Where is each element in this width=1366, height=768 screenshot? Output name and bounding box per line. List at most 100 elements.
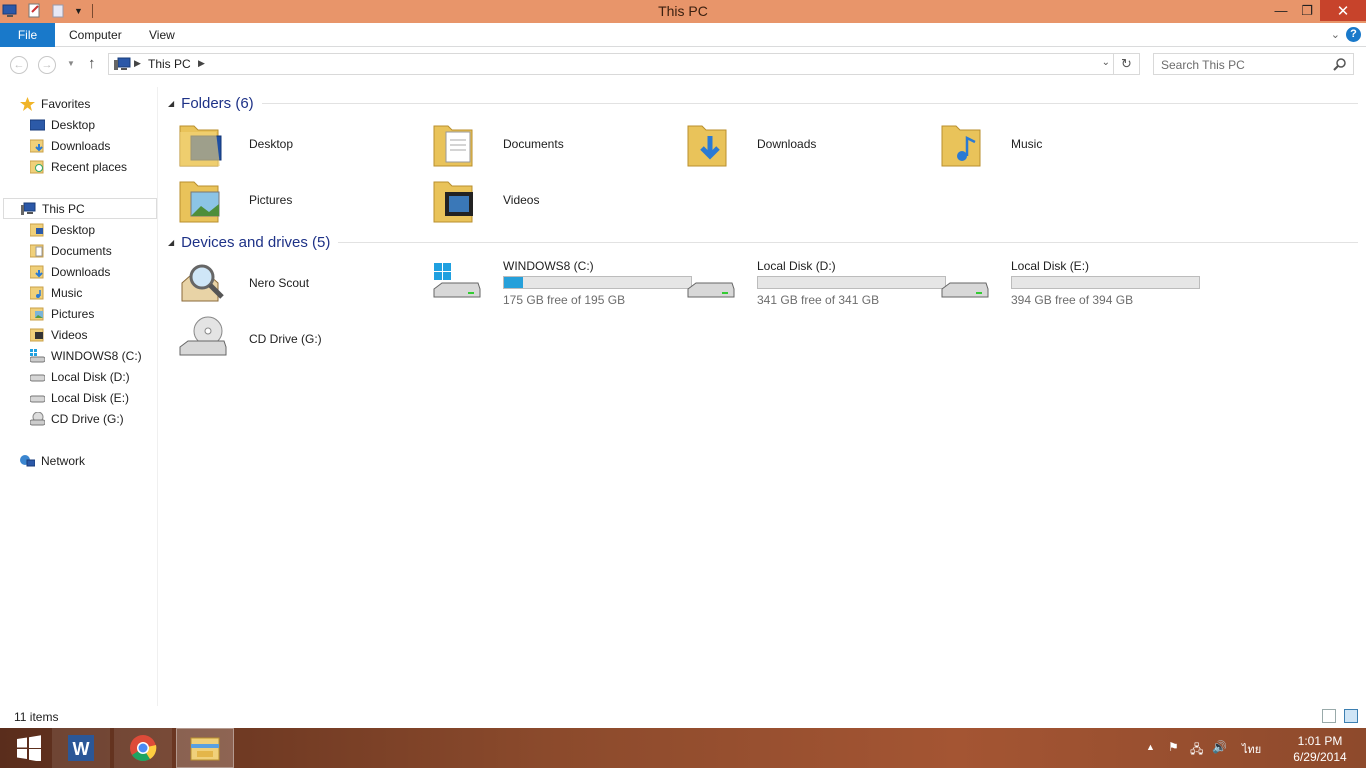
- folder-label: Desktop: [249, 137, 294, 151]
- recent-locations-chevron-icon[interactable]: ▼: [67, 59, 75, 68]
- system-drive-icon: [432, 257, 482, 307]
- sidebar-item-favorites[interactable]: Favorites: [20, 93, 90, 114]
- show-hidden-icons-icon[interactable]: ▲: [1146, 742, 1155, 752]
- sidebar-item-pictures[interactable]: Pictures: [29, 303, 95, 324]
- downloads-folder-icon: [686, 118, 736, 168]
- folder-label: Documents: [503, 137, 564, 151]
- search-icon[interactable]: [1333, 57, 1347, 74]
- hard-drive-icon: [29, 391, 46, 405]
- folder-tile-music[interactable]: Music: [940, 118, 1190, 170]
- taskbar-chrome[interactable]: [114, 728, 172, 768]
- restore-button[interactable]: ❐: [1294, 0, 1320, 21]
- sidebar-item-label: This PC: [42, 201, 85, 216]
- group-header-devices[interactable]: ◢ Devices and drives (5): [168, 232, 1358, 252]
- clock-date: 6/29/2014: [1293, 750, 1347, 764]
- minimize-button[interactable]: —: [1268, 0, 1294, 21]
- device-tile-nero-scout[interactable]: Nero Scout: [178, 257, 428, 309]
- large-icons-view-icon[interactable]: [1344, 709, 1358, 723]
- group-header-folders[interactable]: ◢ Folders (6): [168, 93, 1358, 113]
- sidebar-item-windows8-c[interactable]: WINDOWS8 (C:): [29, 345, 142, 366]
- folder-tile-downloads[interactable]: Downloads: [686, 118, 936, 170]
- title-bar: ▼ This PC — ❐ ✕: [0, 0, 1366, 23]
- drive-name: Local Disk (E:): [1011, 259, 1090, 273]
- sidebar-item-label: Favorites: [41, 96, 91, 111]
- system-drive-icon: [29, 348, 46, 363]
- taskbar-word[interactable]: W: [52, 728, 110, 768]
- sidebar-item-this-pc[interactable]: This PC: [3, 198, 157, 219]
- folder-tile-videos[interactable]: Videos: [432, 174, 682, 226]
- details-view-icon[interactable]: [1322, 709, 1336, 723]
- sidebar-item-local-disk-d[interactable]: Local Disk (D:): [29, 366, 130, 387]
- drive-name: Local Disk (D:): [757, 259, 836, 273]
- folder-label: Music: [1011, 137, 1043, 151]
- drive-tile-windows8-c[interactable]: WINDOWS8 (C:) 175 GB free of 195 GB: [432, 257, 702, 309]
- sidebar-item-local-disk-e[interactable]: Local Disk (E:): [29, 387, 129, 408]
- drive-usage-fill: [504, 277, 523, 288]
- svg-text:W: W: [73, 739, 90, 759]
- tab-file[interactable]: File: [0, 23, 55, 47]
- sidebar-item-desktop[interactable]: Desktop: [29, 114, 95, 135]
- breadcrumb-chevron-icon[interactable]: ▶: [198, 58, 205, 69]
- address-bar[interactable]: ▶ This PC ▶ ⌄: [108, 53, 1114, 75]
- network-icon: [20, 454, 36, 468]
- taskbar-file-explorer[interactable]: [176, 728, 234, 768]
- pictures-folder-icon: [29, 307, 45, 321]
- downloads-folder-icon: [29, 139, 45, 153]
- close-button[interactable]: ✕: [1320, 0, 1366, 21]
- tab-view[interactable]: View: [149, 23, 175, 47]
- drive-tile-local-disk-d[interactable]: Local Disk (D:) 341 GB free of 341 GB: [686, 257, 956, 309]
- sidebar-item-documents[interactable]: Documents: [29, 240, 112, 261]
- sidebar-item-label: CD Drive (G:): [51, 411, 124, 426]
- content-pane: ◢ Folders (6) Desktop Documents Download…: [160, 87, 1366, 706]
- sidebar-item-label: Recent places: [51, 159, 128, 174]
- search-input[interactable]: Search This PC: [1153, 53, 1354, 75]
- sidebar-item-cd-drive-g[interactable]: CD Drive (G:): [29, 408, 124, 429]
- action-center-flag-icon[interactable]: ⚑: [1168, 740, 1179, 754]
- forward-button[interactable]: →: [38, 56, 56, 74]
- recent-places-icon: [29, 160, 45, 174]
- collapse-triangle-icon[interactable]: ◢: [168, 99, 174, 108]
- videos-folder-icon: [29, 328, 45, 342]
- group-divider: [261, 102, 1358, 104]
- breadcrumb[interactable]: This PC: [148, 57, 191, 71]
- breadcrumb-chevron-icon[interactable]: ▶: [134, 58, 141, 69]
- help-icon[interactable]: ?: [1346, 27, 1361, 42]
- chrome-icon: [130, 735, 157, 762]
- windows-logo-icon: [17, 735, 41, 761]
- sidebar-item-music[interactable]: Music: [29, 282, 83, 303]
- up-button[interactable]: ↑: [88, 55, 96, 72]
- device-tile-cd-drive-g[interactable]: CD Drive (G:): [178, 313, 428, 365]
- folder-tile-desktop[interactable]: Desktop: [178, 118, 428, 170]
- collapse-triangle-icon[interactable]: ◢: [168, 238, 174, 247]
- clock[interactable]: 1:01 PM 6/29/2014: [1290, 733, 1350, 765]
- drive-free-space: 175 GB free of 195 GB: [503, 293, 626, 307]
- sidebar-item-label: Pictures: [51, 306, 95, 321]
- network-icon[interactable]: 🖧: [1190, 740, 1203, 761]
- item-count: 11 items: [14, 710, 59, 724]
- sidebar-item-recent-places[interactable]: Recent places: [29, 156, 128, 177]
- sidebar-item-desktop[interactable]: Desktop: [29, 219, 95, 240]
- tab-computer[interactable]: Computer: [69, 23, 122, 47]
- expand-ribbon-icon[interactable]: ⌄: [1331, 28, 1340, 41]
- refresh-button[interactable]: ↻: [1114, 53, 1140, 75]
- address-history-chevron-icon[interactable]: ⌄: [1102, 57, 1110, 68]
- clock-time: 1:01 PM: [1297, 734, 1343, 748]
- folder-tile-pictures[interactable]: Pictures: [178, 174, 428, 226]
- drive-free-space: 341 GB free of 341 GB: [757, 293, 880, 307]
- sidebar-item-downloads[interactable]: Downloads: [29, 135, 110, 156]
- view-switcher: [1322, 709, 1358, 723]
- search-placeholder: Search This PC: [1161, 58, 1245, 72]
- back-button[interactable]: ←: [10, 56, 28, 74]
- language-indicator[interactable]: ไทย: [1242, 740, 1261, 758]
- sidebar-item-network[interactable]: Network: [20, 450, 85, 471]
- volume-icon[interactable]: 🔊: [1212, 740, 1227, 754]
- folder-tile-documents[interactable]: Documents: [432, 118, 682, 170]
- sidebar-item-downloads[interactable]: Downloads: [29, 261, 110, 282]
- drive-tile-local-disk-e[interactable]: Local Disk (E:) 394 GB free of 394 GB: [940, 257, 1210, 309]
- sidebar-item-videos[interactable]: Videos: [29, 324, 87, 345]
- sidebar-item-label: Music: [51, 285, 83, 300]
- status-bar: 11 items: [0, 706, 1366, 728]
- system-tray: ▲ ⚑ 🖧 🔊 ไทย 1:01 PM 6/29/2014: [1146, 728, 1366, 768]
- start-button[interactable]: [0, 728, 58, 768]
- cd-drive-icon: [29, 411, 46, 426]
